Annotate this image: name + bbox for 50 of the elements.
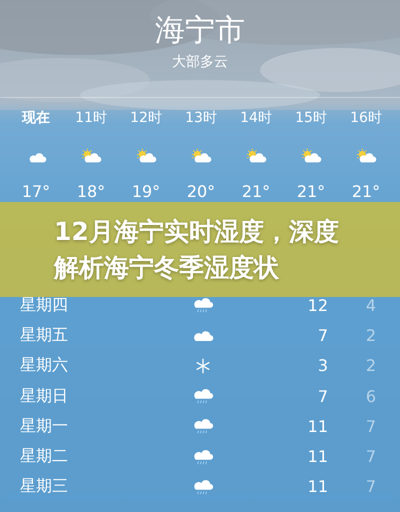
weekday-label: 星期六 [20, 355, 69, 376]
low-temperature: 4 [364, 296, 376, 315]
sun-cloud-icon [190, 148, 212, 163]
sun-cloud-icon [245, 148, 267, 163]
sun-cloud-icon [135, 148, 157, 163]
high-temperature: 11 [306, 447, 328, 466]
sun-cloud-icon [300, 148, 322, 163]
sun-cloud-icon [355, 148, 377, 163]
low-temperature: 6 [364, 386, 376, 406]
high-temperature: 3 [316, 356, 328, 376]
high-temperature: 12 [306, 296, 328, 315]
low-temperature: 7 [364, 447, 376, 466]
high-temperature: 11 [306, 477, 328, 496]
weekday-label: 星期四 [20, 294, 69, 316]
high-temperature: 7 [316, 326, 328, 345]
hour-label: 13时 [185, 109, 217, 128]
rain-cloud-icon [192, 448, 214, 466]
hour-temperature: 17° [22, 181, 50, 203]
low-temperature: 2 [364, 326, 376, 345]
sun-cloud-icon [80, 148, 102, 163]
hour-temperature: 21° [242, 181, 270, 203]
rain-cloud-icon [192, 478, 214, 496]
hour-temperature: 19° [132, 181, 160, 203]
low-temperature: 2 [364, 356, 376, 376]
city-name: 海宁市 [155, 12, 245, 50]
hour-label: 16时 [350, 109, 382, 128]
rain-cloud-icon [192, 417, 214, 436]
weekday-label: 星期一 [20, 416, 69, 437]
rain-cloud-icon [192, 387, 214, 406]
rain-cloud-icon [192, 296, 214, 314]
weekday-label: 星期二 [20, 446, 69, 468]
low-temperature: 7 [364, 416, 376, 436]
cloud-icon [192, 330, 214, 342]
low-temperature: 7 [364, 477, 376, 496]
high-temperature: 11 [306, 416, 328, 436]
hour-label: 14时 [240, 109, 272, 128]
hour-temperature: 20° [186, 181, 216, 203]
hour-label: 11时 [75, 109, 107, 128]
hour-label: 15时 [295, 109, 327, 128]
weekday-label: 星期日 [20, 386, 69, 407]
hour-label: 12时 [130, 109, 162, 128]
article-title: 12月海宁实时湿度，深度解析海宁冬季湿度状 [54, 216, 340, 284]
high-temperature: 7 [316, 386, 328, 406]
hour-temperature: 21° [296, 181, 326, 203]
weather-condition: 大部多云 [172, 53, 228, 72]
hour-temperature: 18° [76, 181, 106, 203]
weekday-label: 星期三 [20, 476, 69, 498]
weekday-label: 星期五 [20, 324, 69, 346]
hour-temperature: 21° [352, 181, 380, 203]
hour-label: 现在 [22, 109, 50, 128]
